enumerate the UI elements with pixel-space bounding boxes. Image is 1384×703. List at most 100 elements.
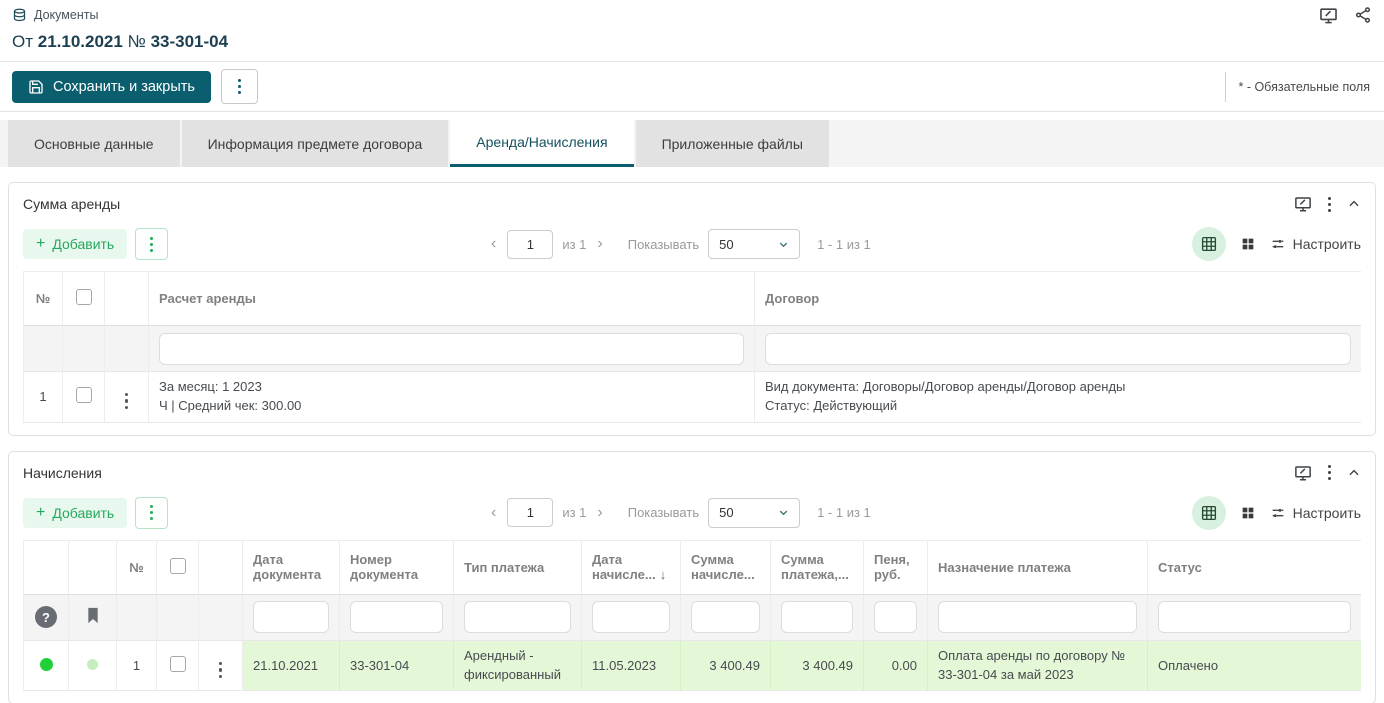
page-title: От 21.10.2021 № 33-301-04: [12, 32, 1372, 52]
sliders-icon: [1270, 505, 1286, 521]
rent-sum-panel: Сумма аренды + Добавить ‹ и: [8, 182, 1376, 436]
rent-table-filter-row: [23, 326, 1361, 372]
page-size-select[interactable]: 50: [708, 498, 800, 528]
page-size-value: 50: [719, 237, 733, 252]
filter-contract-input[interactable]: [765, 333, 1351, 365]
status-dot-green: [40, 658, 53, 671]
add-menu-kebab-button[interactable]: [135, 228, 168, 260]
filter-accrual-sum-input[interactable]: [691, 601, 760, 633]
prev-page-button[interactable]: ‹: [489, 235, 498, 253]
cell-penalty: 0.00: [864, 641, 928, 692]
tab-contract-subject-info[interactable]: Информация предмете договора: [182, 120, 449, 167]
filter-doc-date-input[interactable]: [253, 601, 329, 633]
select-all-checkbox[interactable]: [170, 558, 186, 574]
cell-payment-sum: 3 400.49: [771, 641, 864, 692]
col-header-doc-number: Номер документа: [340, 541, 454, 595]
table-view-icon[interactable]: [1192, 496, 1226, 530]
range-label: 1 - 1 из 1: [817, 505, 871, 520]
filter-purpose-input[interactable]: [938, 601, 1137, 633]
save-and-close-button[interactable]: Сохранить и закрыть: [12, 71, 211, 103]
documents-icon: [12, 8, 27, 23]
breadcrumb[interactable]: Документы: [12, 8, 98, 23]
monitor-edit-icon[interactable]: [1319, 6, 1338, 25]
page-size-value: 50: [719, 505, 733, 520]
panel-menu-kebab-icon[interactable]: [1328, 197, 1331, 212]
filter-accrual-date-input[interactable]: [592, 601, 670, 633]
accruals-table-filter-row: ?: [23, 595, 1361, 641]
col-header-contract: Договор: [755, 272, 1361, 326]
row-menu-kebab-icon[interactable]: [125, 393, 129, 410]
col-header-accrual-sum: Сумма начисле...: [681, 541, 771, 595]
col-header-accrual-date: Дата начисле...↓: [582, 541, 681, 595]
prev-page-button[interactable]: ‹: [489, 504, 498, 522]
col-header-menu: [199, 541, 243, 595]
rent-calc-cell: За месяц: 1 2023 Ч | Средний чек: 300.00: [149, 372, 755, 423]
add-menu-kebab-button[interactable]: [135, 497, 168, 529]
panel-menu-kebab-icon[interactable]: [1328, 465, 1331, 480]
cards-view-icon[interactable]: [1240, 505, 1256, 521]
chevron-down-icon: [778, 507, 789, 518]
rent-panel-title: Сумма аренды: [23, 196, 120, 212]
add-button[interactable]: + Добавить: [23, 229, 127, 259]
accruals-table-row[interactable]: 1 21.10.2021 33-301-04 Арендный - фиксир…: [23, 641, 1361, 692]
top-bar: Документы: [0, 0, 1384, 30]
calc-line1: За месяц: 1 2023: [159, 378, 744, 397]
col-header-purpose: Назначение платежа: [928, 541, 1148, 595]
tab-attached-files[interactable]: Приложенные файлы: [636, 120, 829, 167]
filter-penalty-input[interactable]: [874, 601, 917, 633]
next-page-button[interactable]: ›: [595, 504, 604, 522]
sort-desc-icon[interactable]: ↓: [660, 567, 667, 582]
filter-status-input[interactable]: [1158, 601, 1351, 633]
configure-label: Настроить: [1293, 505, 1361, 521]
contract-line2: Статус: Действующий: [765, 397, 1351, 416]
next-page-button[interactable]: ›: [595, 235, 604, 253]
monitor-edit-icon[interactable]: [1294, 195, 1312, 213]
filter-doc-number-input[interactable]: [350, 601, 443, 633]
collapse-chevron-icon[interactable]: [1347, 466, 1361, 480]
add-button-label: Добавить: [52, 236, 114, 252]
title-no-label: №: [128, 32, 146, 51]
row-num: 1: [117, 641, 157, 692]
configure-button[interactable]: Настроить: [1270, 236, 1361, 252]
tab-rent-accruals[interactable]: Аренда/Начисления: [450, 120, 633, 167]
save-button-label: Сохранить и закрыть: [53, 79, 195, 95]
required-fields-note: * - Обязательные поля: [1225, 72, 1372, 102]
filter-payment-type-input[interactable]: [464, 601, 571, 633]
pagination: ‹ из 1 › Показывать 50 1 - 1 из 1: [168, 498, 1191, 528]
bookmark-icon[interactable]: [86, 607, 100, 624]
tab-main-data[interactable]: Основные данные: [8, 120, 180, 167]
title-from-label: От: [12, 32, 33, 51]
row-checkbox[interactable]: [76, 387, 92, 403]
rent-table-row[interactable]: 1 За месяц: 1 2023 Ч | Средний чек: 300.…: [23, 372, 1361, 423]
collapse-chevron-icon[interactable]: [1347, 197, 1361, 211]
page-size-select[interactable]: 50: [708, 229, 800, 259]
monitor-edit-icon[interactable]: [1294, 464, 1312, 482]
table-view-icon[interactable]: [1192, 227, 1226, 261]
col-header-penalty: Пеня, руб.: [864, 541, 928, 595]
page-of-label: из 1: [562, 505, 586, 520]
rent-table-header-row: № Расчет аренды Договор: [23, 272, 1361, 326]
status-dot-pale: [87, 659, 98, 670]
filter-payment-sum-input[interactable]: [781, 601, 853, 633]
select-all-checkbox[interactable]: [76, 289, 92, 305]
page-number-input[interactable]: [507, 230, 553, 259]
col-header-select: [157, 541, 199, 595]
calc-line2: Ч | Средний чек: 300.00: [159, 397, 744, 416]
title-number: 33-301-04: [151, 32, 229, 51]
configure-button[interactable]: Настроить: [1270, 505, 1361, 521]
action-bar: Сохранить и закрыть * - Обязательные пол…: [0, 62, 1384, 112]
help-icon[interactable]: ?: [35, 606, 57, 628]
col-header-select: [63, 272, 105, 326]
tab-bar: Основные данные Информация предмете дого…: [0, 120, 1384, 167]
page-number-input[interactable]: [507, 498, 553, 527]
share-icon[interactable]: [1354, 6, 1372, 24]
filter-calc-input[interactable]: [159, 333, 744, 365]
row-menu-kebab-icon[interactable]: [219, 662, 223, 679]
contract-line1: Вид документа: Договоры/Договор аренды/Д…: [765, 378, 1351, 397]
cards-view-icon[interactable]: [1240, 236, 1256, 252]
add-button-label: Добавить: [52, 505, 114, 521]
document-title-row: От 21.10.2021 № 33-301-04: [0, 30, 1384, 62]
row-checkbox[interactable]: [170, 656, 186, 672]
more-actions-button[interactable]: [221, 69, 258, 104]
add-button[interactable]: + Добавить: [23, 498, 127, 528]
